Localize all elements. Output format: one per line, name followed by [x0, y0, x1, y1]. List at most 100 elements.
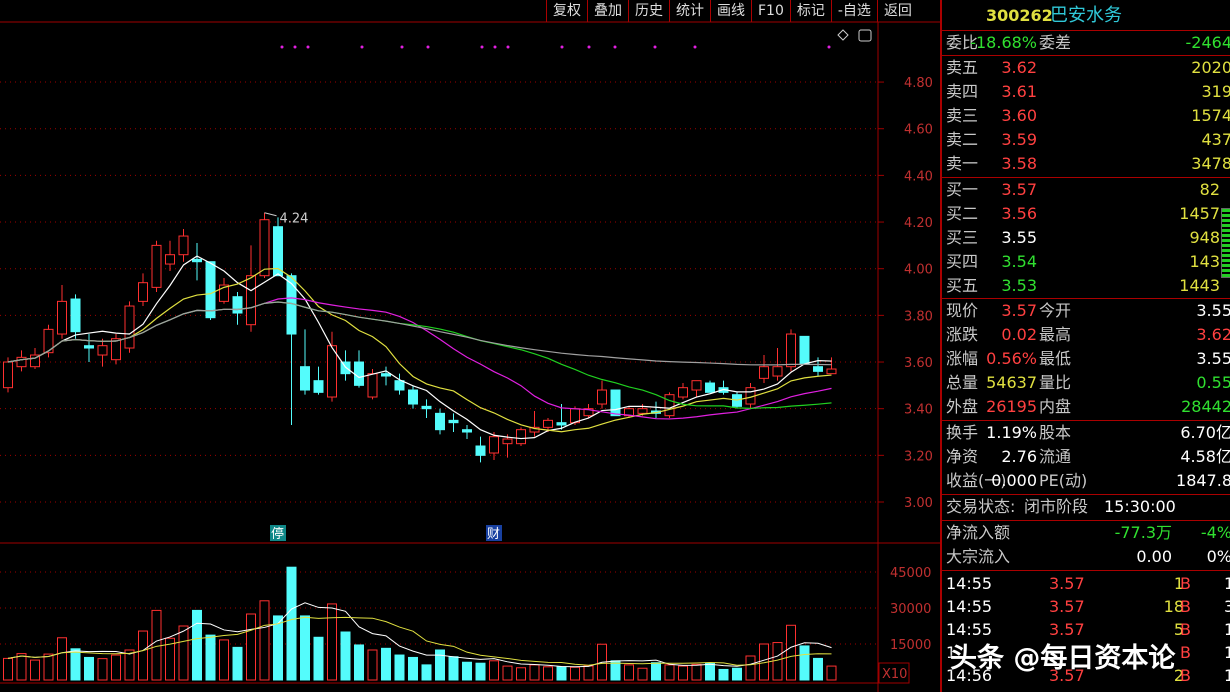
volume-bar: [556, 666, 567, 681]
cell: 14:55: [946, 574, 993, 593]
cell: 1: [1224, 643, 1230, 662]
volume-bar: [205, 634, 216, 681]
volume-bar: [772, 642, 783, 681]
trade-row: 14:55 3.57 1 B 1: [942, 572, 1230, 596]
price: 3.59: [1001, 130, 1037, 149]
cell: 闭市阶段: [1024, 497, 1089, 516]
volume-bar: [16, 653, 27, 681]
quote-panel: 300262 巴安水务 委比 -18.68% 委差 -2464 卖五 3.62 20…: [940, 0, 1230, 692]
candle-body: [246, 275, 256, 326]
candle: [84, 334, 94, 363]
event-dot: [693, 45, 697, 49]
candle-body: [367, 373, 378, 398]
cell: B: [1180, 666, 1191, 685]
price-tick-label: 3.60: [904, 356, 933, 371]
candle: [259, 212, 270, 279]
volume-bar: [732, 667, 742, 681]
volume-bar: [813, 657, 823, 681]
cell: 3.62: [1196, 325, 1230, 344]
price-tick-label: 3.20: [904, 449, 933, 464]
volume-bar: [651, 662, 661, 681]
diamond-icon[interactable]: [837, 29, 849, 41]
candle: [165, 240, 175, 272]
cell: 外盘: [946, 397, 979, 416]
event-dot: [493, 45, 497, 49]
volume-bar: [259, 600, 270, 681]
cell: 0.000: [991, 471, 1037, 490]
volume-bar: [421, 664, 432, 681]
stock-header: 300262 巴安水务: [942, 2, 1230, 30]
cell: 卖五: [946, 58, 979, 77]
volume-bar: [516, 667, 526, 681]
volume-bar: [570, 666, 580, 681]
bid-row: 买四 3.54 143: [942, 250, 1230, 274]
quote-row: 总量 54637 量比 0.55: [942, 371, 1230, 395]
volume-bar: [286, 566, 297, 681]
cell: 买一: [946, 180, 979, 199]
candle-body: [84, 345, 94, 349]
volume-bar: [192, 609, 202, 681]
candle: [300, 329, 310, 395]
cell: 买四: [946, 252, 979, 271]
ask-row: 卖一 3.58 3478: [942, 152, 1230, 176]
volume-bar: [246, 613, 256, 681]
candle-body: [678, 387, 688, 398]
volume: 1574: [1191, 106, 1230, 125]
cell: PE(动): [1039, 471, 1088, 490]
bid-row: 买一 3.57 82: [942, 178, 1230, 202]
candle-body: [205, 261, 216, 319]
cell: 1: [1224, 620, 1230, 639]
volume-bar: [583, 665, 594, 681]
cell: 净资: [946, 447, 979, 466]
volume-bar: [57, 637, 67, 681]
cell: 3.57: [1001, 301, 1037, 320]
candle-body: [259, 219, 270, 277]
cell: 1: [1224, 574, 1230, 593]
candle-body: [57, 300, 67, 335]
cell: 0.55: [1196, 373, 1230, 392]
volume-bar: [232, 646, 243, 681]
candle: [381, 366, 391, 386]
cell: 3.57: [1049, 574, 1085, 593]
fundamental-row: 换手 1.19% 股本 6.70亿: [942, 421, 1230, 445]
candle: [475, 436, 486, 463]
event-dot: [506, 45, 510, 49]
volume-bar: [43, 653, 54, 681]
candle: [408, 385, 418, 409]
volume-bar: [178, 625, 189, 681]
price: 3.58: [1001, 154, 1037, 173]
cell: 4.58亿: [1180, 447, 1230, 466]
volume: 1443: [1179, 276, 1220, 295]
candle-body: [637, 408, 648, 414]
panel-toggle-icon[interactable]: [858, 29, 872, 42]
cell: 0.56%: [986, 349, 1037, 368]
volume-bar: [408, 656, 418, 681]
volume: 1457: [1179, 204, 1220, 223]
price-tick-label: 4.60: [904, 123, 933, 138]
price-tick-label: 4.00: [904, 263, 933, 278]
candle-body: [327, 345, 337, 398]
event-dot: [293, 45, 297, 49]
candle-body: [462, 429, 472, 433]
cell: 交易状态:: [946, 497, 1016, 516]
quote-row: 涨跌 0.02 最高 3.62: [942, 323, 1230, 347]
cell: 0.02: [1001, 325, 1037, 344]
kline-chart[interactable]: 4.80 4.60 4.40 4.20 4.00 3.80 3.60 3.40 3.20 3.00…: [0, 0, 940, 692]
cell: 0%: [1206, 547, 1230, 566]
candle-body: [97, 345, 108, 356]
volume-bar: [543, 666, 553, 681]
candle: [759, 355, 769, 384]
volume-bar: [111, 654, 121, 681]
cell: 最低: [1039, 349, 1072, 368]
bid-row: 买五 3.53 1443: [942, 274, 1230, 298]
cell: 买三: [946, 228, 979, 247]
flow-row: 净流入额 -77.3万 -4%: [942, 521, 1230, 545]
volume-bar: [151, 609, 162, 681]
volume-bar: [313, 636, 324, 681]
candle-body: [165, 254, 175, 265]
volume-bar: [624, 664, 634, 681]
candle-body: [111, 338, 121, 361]
candle: [448, 413, 459, 433]
cell: 1: [1224, 666, 1230, 685]
candle: [394, 373, 405, 395]
